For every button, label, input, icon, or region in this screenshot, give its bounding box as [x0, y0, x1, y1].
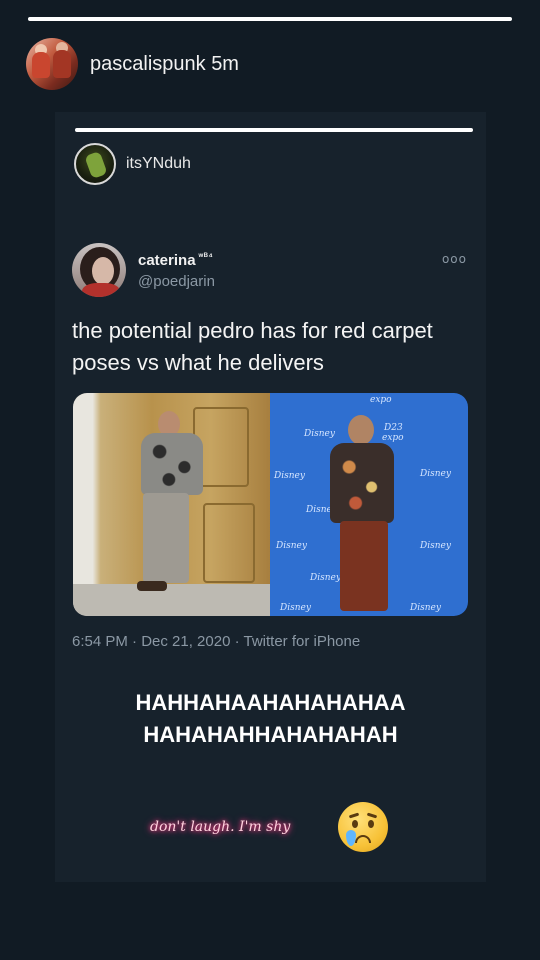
repost-username[interactable]: itsYNduh: [126, 155, 191, 173]
tweet-media: Disney Disney Disney Disney Disney Disne…: [73, 393, 468, 616]
caption-line-1: HAHHAHAAHAHAHAHAA: [135, 690, 406, 715]
crying-face-icon: [338, 802, 388, 852]
tweet-name-badge: ʷᴮ⁴: [198, 250, 214, 261]
tweet-display-name: caterina ʷᴮ⁴: [138, 251, 215, 269]
tweet-name-text: caterina: [138, 251, 196, 269]
tweet-handle: @poedjarin: [138, 272, 215, 290]
repost-progress-bar: [75, 128, 473, 132]
tweet-timestamp: 6:54 PM · Dec 21, 2020 · Twitter for iPh…: [72, 633, 361, 650]
more-options-icon: ooo: [441, 252, 467, 266]
shy-sticker-text: don't laugh. I'm shy: [150, 819, 291, 835]
tweet-photo-right: Disney Disney Disney Disney Disney Disne…: [270, 393, 468, 616]
reposted-story-card: itsYNduh caterina ʷᴮ⁴ @poedjarin ooo the …: [55, 112, 486, 882]
story-avatar[interactable]: [26, 38, 78, 90]
story-username[interactable]: pascalispunk: [90, 53, 206, 75]
repost-header: itsYNduh: [74, 143, 191, 185]
repost-avatar[interactable]: [74, 143, 116, 185]
story-time: 5m: [211, 52, 239, 75]
story-user-meta[interactable]: pascalispunk 5m: [90, 53, 239, 76]
tweet-photo-left: [73, 393, 270, 616]
tweet-text: the potential pedro has for red carpet p…: [72, 318, 433, 375]
caption-line-2: HAHAHAHHAHAHAHAH: [143, 722, 398, 747]
tweet-avatar: [72, 243, 126, 297]
story-progress-bar: [28, 17, 512, 21]
story-caption: HAHHAHAAHAHAHAHAA HAHAHAHHAHAHAHAH: [55, 687, 486, 751]
tweet-header: caterina ʷᴮ⁴ @poedjarin: [72, 243, 215, 297]
story-header: pascalispunk 5m: [26, 38, 239, 90]
